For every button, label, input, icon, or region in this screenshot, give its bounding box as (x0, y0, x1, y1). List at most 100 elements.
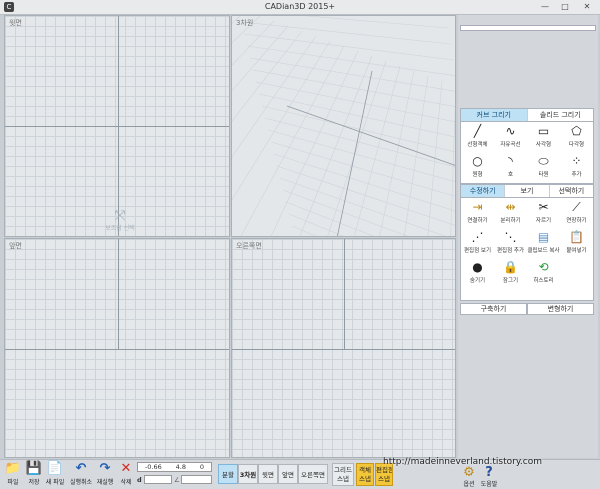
viewport-top-label: 윗면 (9, 19, 22, 27)
help-button[interactable]: ? 도움말 (478, 465, 500, 488)
perspective-grid (232, 16, 455, 236)
side-panel: 커브 그리기 솔리드 그리기 ╱ 선형객체 ∿ 자유곡선 ▭ 사각형 ⬠ 다각형 ○ 원형… (458, 15, 598, 458)
tool-label: 연결하기 (467, 218, 488, 224)
transform-button[interactable]: 변형하기 (527, 303, 594, 315)
new-file-button[interactable]: 📄 새 파일 (44, 461, 66, 486)
draw-panel: 커브 그리기 솔리드 그리기 ╱ 선형객체 ∿ 자유곡선 ▭ 사각형 ⬠ 다각형 ○ 원형… (460, 108, 594, 184)
coord-x: -0.66 (144, 463, 162, 471)
x-axis-line (5, 349, 229, 350)
maximize-button[interactable]: □ (556, 1, 574, 13)
object-snap-toggle[interactable]: 객체 스냅 (356, 463, 374, 486)
history-button[interactable]: ⟲ 히스토리 (527, 258, 560, 288)
new-file-icon: 📄 (46, 461, 64, 476)
save-label: 저장 (28, 479, 40, 486)
edit-panel: 수정하기 보기 선택하기 ⇥ 연결하기 ⇹ 분리하기 ✂ 자르기 ⟋ 연장하기 ⋰ 편집점… (460, 184, 594, 301)
viewport-3d-label: 3차원 (236, 19, 254, 27)
build-button[interactable]: 구축하기 (460, 303, 527, 315)
paste-button[interactable]: 📋 붙여넣기 (560, 228, 593, 258)
view-front-button[interactable]: 앞면 (278, 464, 298, 484)
tool-label: 자르기 (535, 218, 552, 224)
tab-curve-draw[interactable]: 커브 그리기 (461, 109, 527, 121)
view-right-button[interactable]: 오른쪽면 (298, 464, 328, 484)
angle-input[interactable] (181, 475, 212, 484)
close-button[interactable]: ✕ (576, 1, 598, 13)
tool-label: 잠그기 (502, 278, 519, 284)
file-button[interactable]: 📁 파일 (3, 461, 23, 486)
more-tools-button[interactable]: ⁘ 추가 (560, 152, 593, 182)
coord-y: 4.8 (175, 463, 186, 471)
coord-z: 0 (199, 463, 205, 471)
scissors-icon: ✂ (538, 200, 549, 214)
circle-tool-button[interactable]: ○ 원형 (461, 152, 494, 182)
show-points-button[interactable]: ⋰ 편집점 보기 (461, 228, 494, 258)
lock-icon: 🔒 (503, 260, 518, 274)
tool-label: 사각형 (535, 142, 552, 148)
copy-clipboard-button[interactable]: ▤ 클립보드 복사 (527, 228, 560, 258)
options-button[interactable]: ⚙ 옵션 (458, 466, 480, 488)
tool-label: 편집점 보기 (463, 248, 492, 254)
lock-button[interactable]: 🔒 잠그기 (494, 258, 527, 288)
delete-button[interactable]: ✕ 삭제 (117, 461, 135, 486)
view-top-button[interactable]: 윗면 (258, 464, 278, 484)
save-button[interactable]: 💾 저장 (24, 461, 44, 486)
curve-icon: ∿ (505, 124, 516, 138)
command-bar[interactable] (460, 25, 596, 31)
rectangle-icon: ▭ (537, 124, 550, 138)
tab-solid-draw[interactable]: 솔리드 그리기 (526, 109, 594, 121)
trim-button[interactable]: ✂ 자르기 (527, 198, 560, 228)
polygon-tool-button[interactable]: ⬠ 다각형 (560, 122, 593, 152)
add-point-icon: ⋱ (504, 230, 517, 244)
tool-label: 선형객체 (467, 142, 488, 148)
tool-label: 숨기기 (469, 278, 486, 284)
view-3d-button[interactable]: 3차원 (238, 464, 258, 484)
help-label: 도움말 (480, 481, 498, 488)
folder-icon: 📁 (4, 461, 22, 476)
redo-button[interactable]: ↷ 재실행 (94, 461, 116, 486)
tool-label: 호 (507, 172, 514, 178)
explode-icon: ⇹ (505, 200, 516, 214)
tab-edit[interactable]: 수정하기 (461, 185, 505, 197)
grid-snap-toggle[interactable]: 그리드 스냅 (332, 463, 354, 486)
move-arrows-icon: ⤧ (114, 208, 126, 224)
tool-label: 연장하기 (566, 218, 587, 224)
dots-icon: ⁘ (571, 154, 582, 168)
options-label: 옵션 (463, 481, 475, 488)
undo-button[interactable]: ↶ 실행취소 (67, 461, 95, 486)
line-tool-button[interactable]: ╱ 선형객체 (461, 122, 494, 152)
history-icon: ⟲ (538, 260, 549, 274)
file-label: 파일 (7, 479, 19, 486)
tool-label: 클립보드 복사 (527, 248, 560, 254)
help-icon: ? (485, 465, 493, 480)
rectangle-tool-button[interactable]: ▭ 사각형 (527, 122, 560, 152)
freeform-curve-tool-button[interactable]: ∿ 자유곡선 (494, 122, 527, 152)
redo-label: 재실행 (96, 479, 114, 486)
join-button[interactable]: ⇥ 연결하기 (461, 198, 494, 228)
minimize-button[interactable]: — (536, 1, 554, 13)
explode-button[interactable]: ⇹ 분리하기 (494, 198, 527, 228)
extend-button[interactable]: ⟋ 연장하기 (560, 198, 593, 228)
viewport-top[interactable]: 윗면 ⤧ 보조점 선택 (4, 15, 230, 237)
tool-label: 분리하기 (500, 218, 521, 224)
tool-label: 자유곡선 (500, 142, 521, 148)
tool-label: 타원 (538, 172, 549, 178)
y-axis-line (232, 349, 455, 350)
viewport-right[interactable]: 오른쪽면 (231, 238, 456, 458)
tool-label: 추가 (571, 172, 582, 178)
draw-tabs: 커브 그리기 솔리드 그리기 (461, 109, 593, 122)
tab-view[interactable]: 보기 (504, 185, 548, 197)
viewport-3d[interactable]: 3차원 (231, 15, 456, 237)
ellipse-tool-button[interactable]: ⬭ 타원 (527, 152, 560, 182)
circle-icon: ○ (472, 154, 483, 168)
tab-select[interactable]: 선택하기 (548, 185, 593, 197)
viewport-front[interactable]: 앞면 (4, 238, 230, 458)
copy-icon: ▤ (537, 230, 550, 244)
hide-button[interactable]: ● 숨기기 (461, 258, 494, 288)
status-bar: 📁 파일 💾 저장 📄 새 파일 ↶ 실행취소 ↷ 재실행 ✕ 삭제 -0.66 4.8 0… (0, 457, 600, 489)
add-point-button[interactable]: ⋱ 편집점 추가 (494, 228, 527, 258)
distance-input[interactable] (144, 475, 172, 484)
ellipse-icon: ⬭ (538, 154, 549, 168)
view-split-button[interactable]: 분할 (218, 464, 238, 484)
title-bar: C CADian3D 2015+ — □ ✕ (0, 0, 600, 15)
coordinate-readout[interactable]: -0.66 4.8 0 (137, 462, 212, 472)
arc-tool-button[interactable]: ◝ 호 (494, 152, 527, 182)
